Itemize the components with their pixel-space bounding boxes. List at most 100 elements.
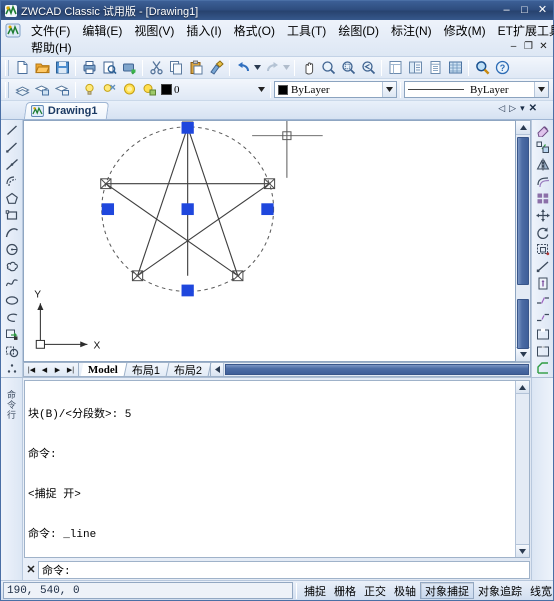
menu-edit[interactable]: 编辑(E) [76,21,128,40]
drawing-canvas[interactable]: X Y [23,120,516,362]
move-icon[interactable] [533,207,553,224]
undo-icon[interactable] [233,58,253,78]
color-combo-arrow[interactable] [382,82,396,97]
layout-tab-layout2[interactable]: 布局2 [166,363,212,377]
lightbulb-icon[interactable] [79,80,99,100]
undo-dropdown-icon[interactable] [253,58,262,78]
erase-icon[interactable] [533,122,553,139]
make-block-icon[interactable] [2,343,22,360]
open-icon[interactable] [32,58,52,78]
copy-icon[interactable] [166,58,186,78]
design-center-icon[interactable] [405,58,425,78]
status-osnap[interactable]: 对象捕捉 [420,582,474,599]
tab-next-button[interactable]: ▶ [51,363,64,376]
toolbar-grip[interactable] [5,59,9,76]
layout-tab-model[interactable]: Model [80,363,128,376]
command-history-scrollbar[interactable] [515,381,529,557]
layer-combo-arrow[interactable] [256,80,267,100]
menu-dimension[interactable]: 标注(N) [385,21,438,40]
trim-icon[interactable] [533,275,553,292]
status-snap[interactable]: 捕捉 [300,582,330,599]
menu-format[interactable]: 格式(O) [228,21,281,40]
tool-palettes-icon[interactable] [425,58,445,78]
command-close-icon[interactable]: ✕ [24,563,38,576]
linetype-combo[interactable]: ByLayer [404,81,549,98]
menu-help[interactable]: 帮助(H) [25,38,78,57]
pan-icon[interactable] [298,58,318,78]
ellipse-icon[interactable] [2,292,22,309]
polygon-icon[interactable] [2,190,22,207]
menu-express-tools[interactable]: ET扩展工具(X) [492,21,554,40]
cut-icon[interactable] [146,58,166,78]
minimize-button[interactable]: – [498,3,515,18]
status-lineweight[interactable]: 线宽 [526,582,554,599]
multiline-icon[interactable] [2,173,22,190]
tab-dropdown-icon[interactable]: ▾ [520,103,525,114]
cmd-scroll-track[interactable] [516,394,529,544]
scroll-down-button[interactable] [516,347,530,361]
status-otrack[interactable]: 对象追踪 [474,582,526,599]
zoom-realtime-icon[interactable] [318,58,338,78]
extend-icon[interactable] [533,292,553,309]
array-icon[interactable] [533,190,553,207]
vscroll-thumb-lower[interactable] [517,299,529,349]
cmd-scroll-down-button[interactable] [516,544,529,557]
command-history[interactable]: 块(B)/<分段数>: 5 命令: <捕捉 开> 命令: _line 线的起始点… [24,380,530,558]
plot-icon[interactable] [79,58,99,78]
linetype-combo-body[interactable]: ByLayer [405,84,534,96]
mirror-icon[interactable] [533,156,553,173]
arc-icon[interactable] [2,224,22,241]
linetype-combo-arrow[interactable] [534,82,548,97]
menu-tools[interactable]: 工具(T) [281,21,332,40]
spline-icon[interactable] [2,275,22,292]
rectangle-icon[interactable] [2,207,22,224]
revision-cloud-icon[interactable] [2,258,22,275]
zoom-find-icon[interactable] [472,58,492,78]
circle-icon[interactable] [2,241,22,258]
toolbar-grip[interactable] [5,81,9,98]
layout-tab-layout1[interactable]: 布局1 [124,363,170,377]
insert-block-icon[interactable] [2,326,22,343]
stretch-icon[interactable] [533,258,553,275]
maximize-button[interactable]: □ [516,3,533,18]
canvas-vertical-scrollbar[interactable] [516,120,531,362]
menu-file[interactable]: 文件(F) [25,21,76,40]
sheet-set-icon[interactable] [445,58,465,78]
break-icon[interactable] [533,326,553,343]
tab-prev-icon[interactable]: ◁ [498,103,505,114]
hscroll-thumb[interactable] [225,364,529,375]
copy-object-icon[interactable] [533,139,553,156]
construction-line-icon[interactable] [2,156,22,173]
new-icon[interactable] [12,58,32,78]
join-icon[interactable] [533,343,553,360]
layer-state-icon[interactable] [52,80,72,100]
scroll-left-button[interactable] [211,363,225,376]
cmd-scroll-up-button[interactable] [516,381,529,394]
chamfer-icon[interactable] [533,360,553,377]
redo-dropdown-icon[interactable] [282,58,291,78]
close-button[interactable]: ✕ [534,3,551,18]
tab-first-button[interactable]: |◀ [25,363,38,376]
menu-view[interactable]: 视图(V) [128,21,180,40]
color-combo-body[interactable]: ByLayer [275,84,382,96]
command-input[interactable]: 命令: [38,560,530,579]
color-combo[interactable]: ByLayer [274,81,397,98]
menu-modify[interactable]: 修改(M) [438,21,492,40]
document-menu-icon[interactable] [5,23,21,38]
scroll-up-button[interactable] [516,121,530,135]
layer-manager-icon[interactable] [12,80,32,100]
publish-icon[interactable] [119,58,139,78]
doc-minimize-button[interactable]: – [507,40,520,53]
rotate-icon[interactable] [533,224,553,241]
help-icon[interactable]: ? [492,58,512,78]
break-at-point-icon[interactable] [533,309,553,326]
match-properties-icon[interactable] [206,58,226,78]
lock-icon[interactable] [119,80,139,100]
document-tab-drawing1[interactable]: Drawing1 [23,102,109,119]
vscroll-thumb[interactable] [517,137,529,285]
hscroll-track[interactable] [224,363,530,376]
coordinate-display[interactable]: 190, 540, 0 [3,582,293,599]
tab-next-icon[interactable]: ▷ [509,103,516,114]
tab-close-icon[interactable]: ✕ [529,103,537,114]
tab-prev-button[interactable]: ◀ [38,363,51,376]
